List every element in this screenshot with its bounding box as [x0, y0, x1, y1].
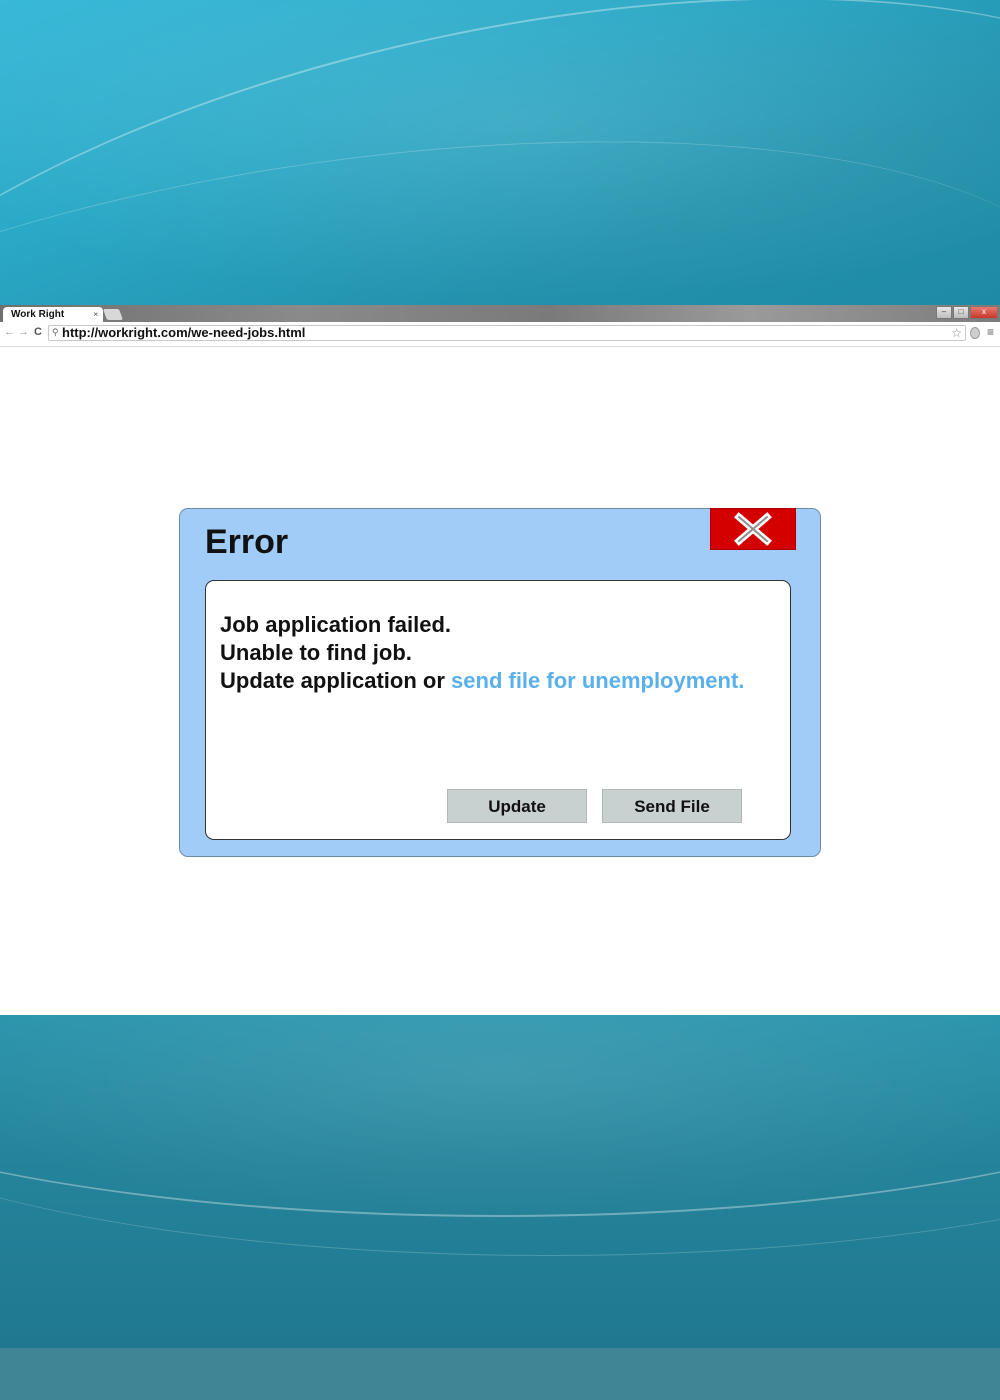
window-controls: – □ x: [936, 306, 998, 319]
taskbar: [0, 1348, 1000, 1400]
extension-icon[interactable]: [970, 327, 980, 339]
close-x-icon[interactable]: [710, 508, 796, 550]
new-tab-button[interactable]: [102, 309, 124, 320]
tab-strip: Work Right × – □ x: [0, 305, 1000, 322]
unemployment-link[interactable]: send file for unemployment.: [451, 668, 744, 693]
star-icon[interactable]: ☆: [951, 326, 962, 340]
desktop-wallpaper-bottom: [0, 1015, 1000, 1350]
message-prefix: Update application or: [220, 668, 452, 693]
dialog-title: Error: [205, 523, 289, 561]
back-arrow-icon[interactable]: ←: [4, 326, 15, 338]
message-line: Unable to find job.: [220, 640, 412, 665]
wallpaper-swoosh: [0, 1015, 1000, 1256]
window-close-button[interactable]: x: [970, 306, 998, 319]
update-button[interactable]: Update: [447, 789, 587, 823]
dialog-body: Job application failed. Unable to find j…: [205, 580, 791, 840]
minimize-button[interactable]: –: [936, 306, 952, 319]
forward-arrow-icon[interactable]: →: [18, 326, 29, 338]
desktop-wallpaper-top: [0, 0, 1000, 305]
search-icon: ⚲: [52, 327, 59, 337]
browser-window: Work Right × – □ x ← → C ⚲ http://workri…: [0, 305, 1000, 1015]
tab-work-right[interactable]: Work Right ×: [3, 307, 103, 322]
address-bar[interactable]: ⚲ http://workright.com/we-need-jobs.html…: [48, 325, 966, 341]
browser-toolbar: ← → C ⚲ http://workright.com/we-need-job…: [0, 322, 1000, 347]
message-line: Update application or send file for unem…: [220, 667, 744, 695]
tab-close-icon[interactable]: ×: [93, 307, 98, 322]
send-file-button[interactable]: Send File: [602, 789, 742, 823]
maximize-button[interactable]: □: [953, 306, 969, 319]
message-line: Job application failed.: [220, 612, 452, 637]
tab-title: Work Right: [11, 309, 65, 320]
reload-icon[interactable]: C: [34, 326, 42, 338]
error-message: Job application failed. Unable to find j…: [220, 611, 744, 695]
menu-icon[interactable]: ≡: [987, 325, 994, 339]
address-url[interactable]: http://workright.com/we-need-jobs.html: [62, 326, 305, 340]
error-dialog: Error Job application failed. Unable to …: [179, 508, 821, 857]
